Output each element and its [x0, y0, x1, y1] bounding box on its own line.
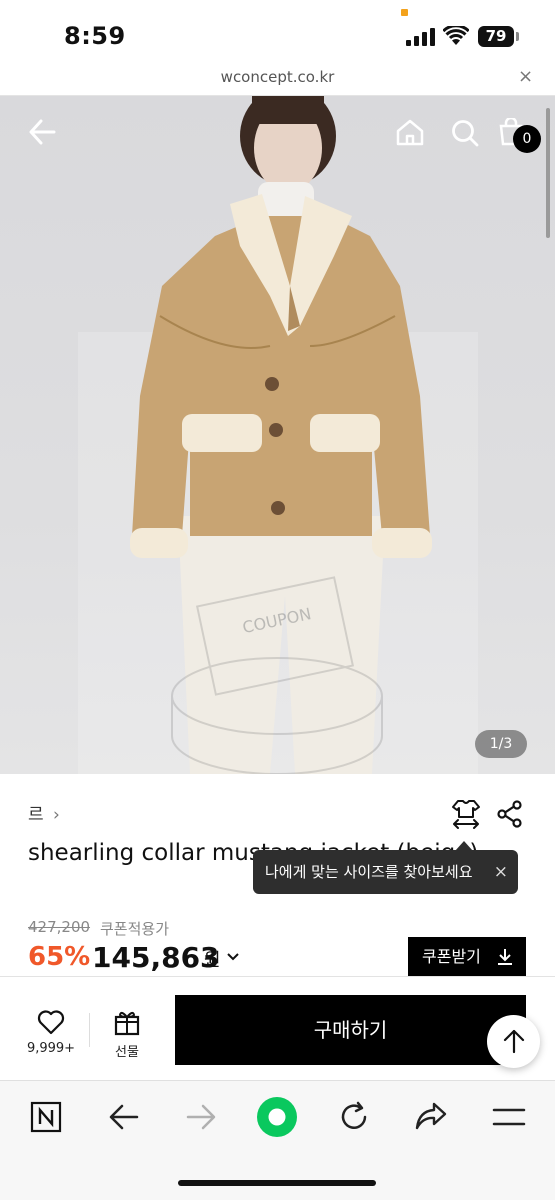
signal-icon: [406, 28, 436, 46]
cart-count-badge[interactable]: 0: [513, 125, 541, 153]
home-indicator: [178, 1180, 376, 1186]
url-text[interactable]: wconcept.co.kr: [0, 68, 555, 86]
product-image[interactable]: COUPON: [0, 96, 555, 774]
home-icon[interactable]: [395, 118, 425, 146]
close-icon[interactable]: ×: [518, 66, 533, 87]
discount-rate: 65%: [28, 942, 91, 972]
wifi-icon: [443, 26, 469, 45]
battery-tip: [516, 32, 519, 41]
image-counter: 1/3: [475, 730, 527, 758]
original-price: 427,200: [28, 918, 91, 936]
currency-label: 원: [204, 950, 221, 971]
product-photo: COUPON: [78, 96, 478, 774]
scroll-top-button[interactable]: [487, 1015, 540, 1068]
tooltip-close-icon[interactable]: ×: [494, 850, 508, 894]
overlay-go-text: GO: [262, 810, 289, 830]
url-bar[interactable]: wconcept.co.kr ×: [0, 62, 555, 96]
tooltip-text: 나에게 맞는 사이즈를 찾아보세요: [265, 863, 473, 881]
size-tooltip[interactable]: 나에게 맞는 사이즈를 찾아보세요 ×: [253, 850, 518, 894]
status-bar: 8:59 79: [0, 0, 555, 62]
coupon-button-label: 쿠폰받기: [422, 947, 481, 966]
arrow-up-icon: [503, 1029, 525, 1054]
sale-price[interactable]: 145,863: [92, 941, 220, 974]
wish-count: 9,999+: [26, 1041, 76, 1056]
coupon-price-label: 쿠폰적용가: [100, 920, 170, 938]
green-dot-icon[interactable]: [256, 1096, 298, 1138]
size-guide-icon[interactable]: [450, 797, 482, 829]
buy-button[interactable]: 구매하기: [175, 995, 526, 1065]
share-icon[interactable]: [496, 800, 524, 828]
coupon-download-button[interactable]: 쿠폰받기: [408, 937, 526, 977]
privacy-indicator: [401, 9, 408, 16]
chevron-down-icon[interactable]: [226, 952, 240, 962]
divider: [89, 1013, 90, 1047]
download-icon: [498, 949, 512, 965]
gift-icon[interactable]: [113, 1008, 141, 1036]
heart-icon[interactable]: [37, 1009, 65, 1035]
gift-label[interactable]: 선물: [104, 1041, 150, 1060]
back-arrow-icon[interactable]: [28, 118, 58, 146]
reload-icon[interactable]: [338, 1101, 370, 1133]
menu-icon[interactable]: [492, 1104, 526, 1130]
naver-icon[interactable]: [30, 1101, 62, 1133]
battery-icon: 79: [478, 26, 514, 47]
brand-chevron-icon: ›: [53, 805, 60, 825]
browser-forward-icon[interactable]: [185, 1103, 217, 1131]
brand-name[interactable]: 르: [28, 805, 44, 825]
browser-share-icon[interactable]: [414, 1101, 448, 1131]
brand-link[interactable]: 르 ›: [28, 800, 60, 825]
browser-back-icon[interactable]: [108, 1103, 140, 1131]
search-icon[interactable]: [450, 118, 480, 148]
status-time: 8:59: [64, 22, 126, 50]
scroll-indicator: [546, 108, 550, 238]
